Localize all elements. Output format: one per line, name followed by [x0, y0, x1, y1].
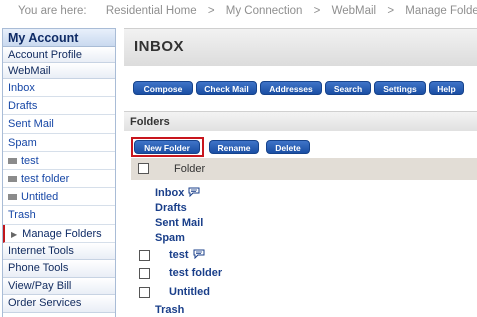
sidebar-item-order-services[interactable]: Order Services	[3, 295, 115, 313]
folder-item-sent-mail[interactable]: Sent Mail	[155, 217, 203, 229]
breadcrumb: You are here: Residential Home > My Conn…	[0, 0, 477, 22]
folders-heading: Folders	[130, 116, 170, 128]
search-button[interactable]: Search	[325, 81, 371, 95]
speech-bubble-icon	[188, 187, 200, 200]
new-folder-button[interactable]: New Folder	[134, 140, 200, 154]
sidebar-item-manage-folders[interactable]: ▶ Manage Folders	[3, 224, 115, 243]
breadcrumb-item-residential-home[interactable]: Residential Home	[106, 5, 197, 17]
folder-item-test-folder[interactable]: test folder	[169, 267, 222, 279]
folder-item-drafts[interactable]: Drafts	[155, 202, 187, 214]
sidebar-item-untitled[interactable]: Untitled	[3, 188, 115, 207]
folder-icon	[8, 175, 17, 182]
folder-item-test[interactable]: test	[169, 248, 205, 261]
settings-button[interactable]: Settings	[374, 81, 426, 95]
sidebar-item-trash[interactable]: Trash	[3, 206, 115, 225]
breadcrumb-prefix: You are here:	[18, 5, 87, 17]
sidebar-item-inbox[interactable]: Inbox	[3, 79, 115, 98]
folder-column-header: Folder	[174, 163, 206, 175]
main-panel: INBOX Compose Check Mail Addresses Searc…	[124, 28, 477, 317]
check-mail-button[interactable]: Check Mail	[196, 81, 257, 95]
compose-button[interactable]: Compose	[133, 81, 193, 95]
folders-header: Folders	[124, 111, 477, 131]
sidebar-item-account-profile[interactable]: Account Profile	[3, 47, 115, 63]
breadcrumb-separator: >	[207, 5, 215, 17]
sidebar-item-drafts[interactable]: Drafts	[3, 97, 115, 116]
breadcrumb-separator: >	[313, 5, 321, 17]
delete-button[interactable]: Delete	[266, 140, 310, 154]
breadcrumb-item-manage-folders: Manage Folders	[405, 5, 477, 17]
sidebar-item-test[interactable]: test	[3, 151, 115, 170]
sidebar-item-sent-mail[interactable]: Sent Mail	[3, 115, 115, 134]
arrow-right-icon: ▶	[11, 229, 18, 239]
sidebar-item-label: Trash	[8, 209, 36, 222]
breadcrumb-separator: >	[387, 5, 395, 17]
speech-bubble-icon	[193, 249, 205, 262]
folder-checkbox-test-folder[interactable]	[139, 268, 150, 279]
sidebar-item-label: test	[21, 154, 39, 167]
folder-checkbox-untitled[interactable]	[139, 287, 150, 298]
rename-button[interactable]: Rename	[209, 140, 259, 154]
sidebar-item-internet-tools[interactable]: Internet Tools	[3, 242, 115, 261]
folder-item-spam[interactable]: Spam	[155, 232, 185, 244]
folder-item-inbox[interactable]: Inbox	[155, 186, 200, 199]
sidebar-item-label: Manage Folders	[22, 227, 102, 240]
addresses-button[interactable]: Addresses	[260, 81, 322, 95]
breadcrumb-item-my-connection[interactable]: My Connection	[226, 5, 303, 17]
sidebar-item-label: Sent Mail	[8, 118, 54, 131]
sidebar-item-label: Inbox	[8, 82, 35, 94]
sidebar-item-webmail[interactable]: WebMail	[3, 63, 115, 79]
sidebar-item-view-pay-bill[interactable]: View/Pay Bill	[3, 277, 115, 296]
sidebar-item-label: Untitled	[21, 191, 59, 204]
folder-name: test	[169, 249, 189, 261]
page-title: INBOX	[134, 38, 185, 55]
folder-table-header: Folder	[131, 158, 477, 180]
folder-icon	[8, 194, 17, 201]
folder-name: Inbox	[155, 187, 185, 199]
select-all-checkbox[interactable]	[138, 163, 149, 174]
sidebar-item-label: Spam	[8, 136, 37, 149]
inbox-header: INBOX	[124, 28, 477, 66]
breadcrumb-item-webmail[interactable]: WebMail	[332, 5, 377, 17]
folder-item-trash[interactable]: Trash	[155, 304, 184, 316]
sidebar-item-test-folder[interactable]: test folder	[3, 169, 115, 189]
help-button[interactable]: Help	[429, 81, 464, 95]
sidebar-title: My Account	[3, 29, 115, 47]
sidebar-item-label: test folder	[21, 172, 70, 185]
sidebar-item-label: Drafts	[8, 100, 38, 113]
folder-icon	[8, 157, 17, 164]
folder-item-untitled[interactable]: Untitled	[169, 286, 210, 298]
sidebar-item-phone-tools[interactable]: Phone Tools	[3, 260, 115, 278]
sidebar-item-spam[interactable]: Spam	[3, 133, 115, 152]
sidebar: My Account Account Profile WebMail Inbox…	[2, 28, 116, 317]
folder-checkbox-test[interactable]	[139, 250, 150, 261]
